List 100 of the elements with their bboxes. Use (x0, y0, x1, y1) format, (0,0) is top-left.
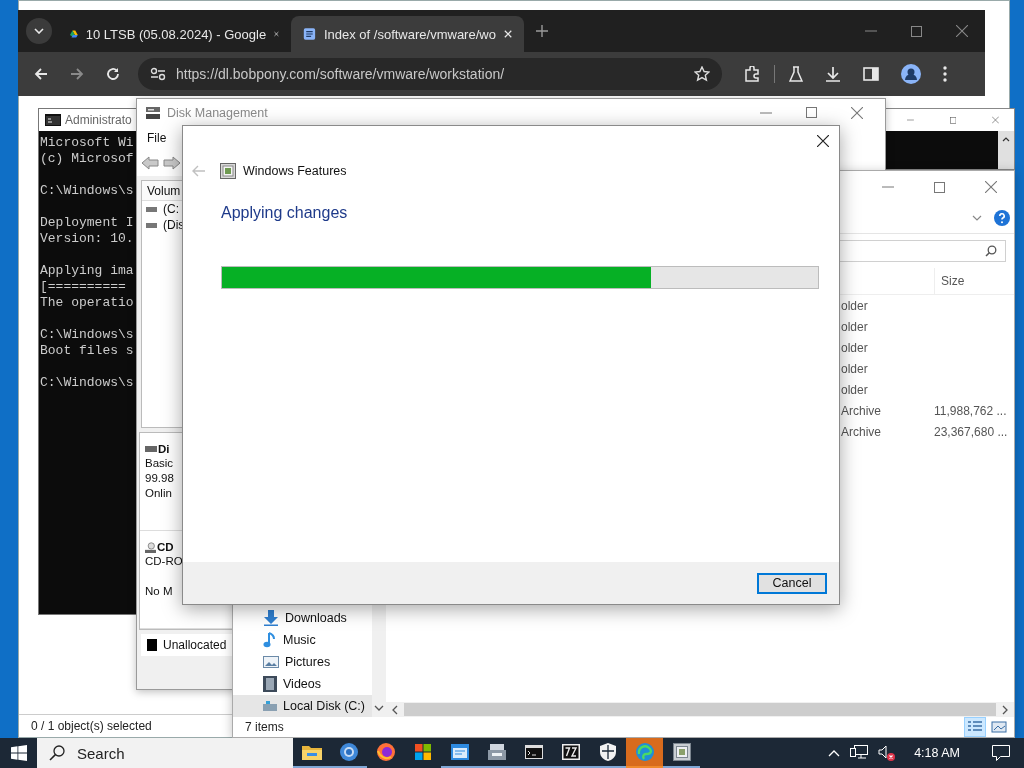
maximize-icon[interactable] (911, 25, 922, 37)
file-type-text: older (841, 298, 869, 313)
status-heading: Applying changes (221, 204, 349, 222)
console-line: C:\Windows\s (40, 327, 135, 343)
url-text: https://dl.bobpony.com/software/vmware/workstation/ (176, 66, 505, 82)
tiles-logo-icon (414, 744, 431, 760)
drive-icon (263, 701, 277, 711)
disk-label: CD (157, 541, 174, 553)
file-type-text: older (841, 382, 869, 397)
disk-info-text: Onlin (145, 487, 173, 501)
flask-icon[interactable] (789, 66, 803, 82)
file-type-text: Archive (841, 424, 882, 439)
search-icon (49, 745, 65, 761)
reload-icon[interactable] (106, 67, 120, 81)
help-icon[interactable] (994, 210, 1010, 226)
nav-item[interactable]: Music (233, 629, 372, 651)
disk-label: Di (158, 443, 170, 455)
window-features-icon (220, 163, 236, 179)
folder-icon (301, 744, 322, 760)
maximize-icon[interactable] (806, 107, 817, 118)
tune-icon[interactable] (150, 67, 166, 81)
console-line: C:\Windows\s (40, 375, 135, 391)
file-type-text: older (841, 319, 869, 334)
drive-icon (146, 222, 157, 228)
chevron-down-icon[interactable] (374, 705, 384, 711)
disk-info-text: No M (145, 585, 174, 599)
side-panel-icon[interactable] (863, 67, 879, 81)
ring-logo-icon (339, 743, 358, 761)
browser-tab[interactable]: 10 LTSB (05.08.2024) - Google (58, 16, 291, 52)
disk-info-text: Basic (145, 457, 175, 471)
panel-icon (487, 744, 506, 760)
console-line: Deployment I (40, 215, 135, 231)
file-type-text: Archive (841, 403, 882, 418)
status-text: 7 items (245, 720, 284, 734)
window-features-icon (672, 743, 691, 761)
column-header[interactable]: Volum (147, 183, 181, 198)
star-icon[interactable] (694, 66, 710, 82)
list-view-icon (967, 720, 983, 734)
details-view-button[interactable] (964, 717, 986, 737)
download-arrow-icon (263, 610, 279, 626)
chevron-down-icon (34, 28, 44, 34)
console-line: [========== (40, 279, 127, 295)
windows-logo-icon (10, 745, 27, 761)
maximize-icon[interactable] (949, 114, 957, 126)
clock-text[interactable]: 4:18 AM (914, 746, 960, 760)
page-icon (303, 26, 316, 42)
nav-item[interactable]: Videos (233, 673, 372, 695)
console-line: Boot files s (40, 343, 135, 359)
scroll-right-icon[interactable] (1002, 704, 1008, 715)
disk-info-text: CD-RO (145, 555, 184, 569)
forward-arrow-icon[interactable] (70, 67, 84, 81)
nav-item[interactable]: Local Disk (C:) (233, 695, 372, 717)
muted-speaker-icon[interactable] (878, 745, 897, 761)
nav-item[interactable]: Downloads (233, 607, 372, 629)
more-menu-icon[interactable] (943, 66, 947, 82)
file-size-text: 23,367,680 ... (934, 424, 1008, 439)
scroll-up-icon[interactable] (1002, 137, 1010, 142)
terminal-icon (524, 745, 543, 759)
cancel-button[interactable]: Cancel (757, 572, 827, 594)
tab-list-button[interactable] (26, 18, 52, 44)
forward-arrow-icon[interactable] (163, 156, 181, 170)
console-line: (c) Microsof (40, 151, 135, 167)
drive-icon (146, 206, 157, 212)
chevron-down-icon[interactable] (972, 215, 982, 221)
menu-item[interactable]: File (147, 131, 167, 145)
film-icon (263, 676, 277, 692)
new-tab-icon[interactable] (536, 25, 548, 37)
window-title: Windows Features (243, 164, 347, 178)
volume-name[interactable]: (C: (163, 202, 179, 216)
window-icon (450, 744, 469, 760)
close-icon[interactable] (817, 135, 829, 147)
column-header[interactable]: Size (934, 268, 965, 294)
notification-icon[interactable] (992, 745, 1010, 761)
console-icon (45, 114, 61, 126)
search-field[interactable]: Search (37, 738, 293, 768)
console-line: Applying ima (40, 263, 135, 279)
download-icon[interactable] (825, 66, 841, 82)
cd-drive-icon (145, 541, 156, 553)
puzzle-icon[interactable] (744, 66, 760, 82)
network-icon[interactable] (850, 745, 869, 761)
swirl-logo-icon (635, 743, 654, 761)
browser-tab[interactable]: Index of /software/vmware/wo (291, 16, 524, 52)
file-type-text: older (841, 361, 869, 376)
archive-icon (561, 744, 580, 760)
profile-avatar-icon[interactable] (901, 64, 921, 84)
scrollbar[interactable] (386, 702, 1014, 717)
address-bar[interactable]: https://dl.bobpony.com/software/vmware/workstation/ (138, 58, 722, 90)
console-line: Microsoft Wi (40, 135, 135, 151)
maximize-icon[interactable] (934, 181, 945, 193)
disk-management-icon (145, 105, 161, 120)
console-line: Version: 10. (40, 231, 135, 247)
nav-item[interactable]: Pictures (233, 651, 372, 673)
file-size-text: 11,988,762 ... (934, 403, 1007, 418)
chevron-up-icon[interactable] (828, 749, 841, 757)
scroll-left-icon[interactable] (392, 704, 398, 715)
scrollbar[interactable] (998, 131, 1014, 169)
status-text: 0 / 1 object(s) selected (31, 719, 152, 733)
shield-icon (599, 743, 616, 761)
disk-info-text: 99.98 (145, 472, 175, 486)
window-title: Disk Management (167, 105, 268, 120)
